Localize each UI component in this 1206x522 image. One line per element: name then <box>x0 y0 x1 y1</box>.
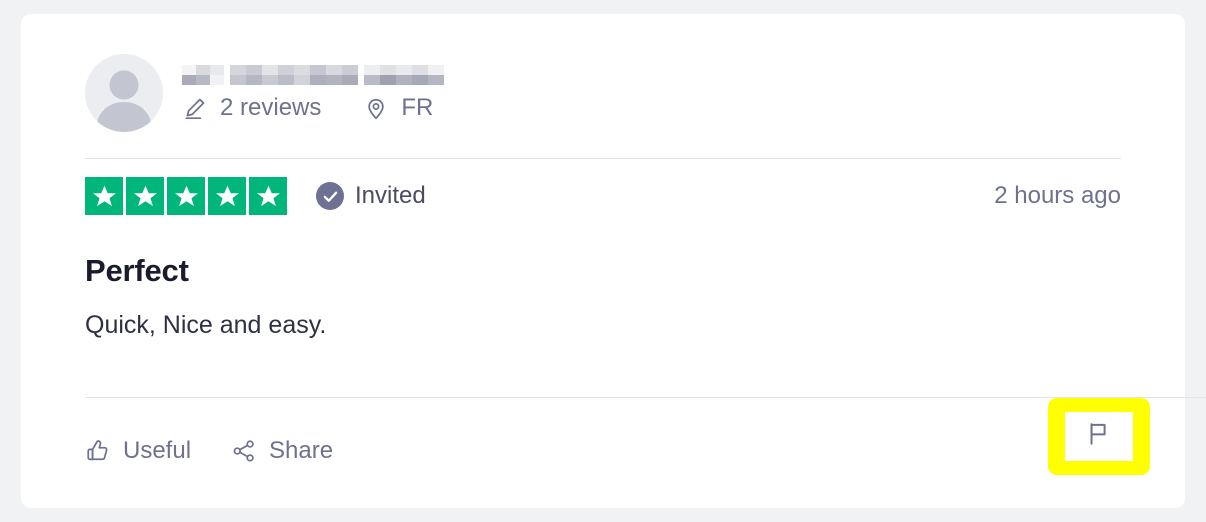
consumer-header: 2 reviews FR <box>85 14 1121 132</box>
consumer-info: 2 reviews FR <box>182 65 444 121</box>
star-3 <box>167 177 205 215</box>
consumer-meta: 2 reviews FR <box>182 95 444 121</box>
star-2 <box>126 177 164 215</box>
share-nodes-icon <box>231 438 257 464</box>
review-card: 2 reviews FR Invited 2 hours ago Perfect… <box>21 14 1206 508</box>
consumer-location: FR <box>363 95 433 121</box>
review-title: Perfect <box>85 253 189 288</box>
invited-badge-group: Invited <box>316 182 426 210</box>
review-card-inner: 2 reviews FR Invited 2 hours ago Perfect… <box>21 14 1206 508</box>
avatar[interactable] <box>85 54 163 132</box>
review-actions: Useful Share <box>85 438 333 464</box>
share-button[interactable]: Share <box>231 438 333 464</box>
location-pin-icon <box>363 95 389 121</box>
star-5 <box>249 177 287 215</box>
consumer-reviews-count-label: 2 reviews <box>220 94 322 121</box>
useful-label: Useful <box>123 437 192 464</box>
review-text: Quick, Nice and easy. <box>85 311 327 339</box>
star-1 <box>85 177 123 215</box>
invited-label: Invited <box>355 182 426 209</box>
star-rating <box>85 177 287 215</box>
check-circle-icon <box>316 182 344 210</box>
default-avatar-icon <box>85 54 163 132</box>
footer-divider <box>85 397 1206 398</box>
flag-icon <box>1085 420 1113 453</box>
review-timestamp: 2 hours ago <box>994 182 1121 209</box>
rating-row: Invited 2 hours ago <box>85 159 1121 215</box>
consumer-location-label: FR <box>401 94 434 121</box>
redaction-mosaic-icon <box>182 65 444 85</box>
useful-button[interactable]: Useful <box>85 438 191 464</box>
consumer-name-redacted <box>182 65 444 85</box>
pencil-icon <box>182 95 208 121</box>
thumbs-up-icon <box>85 438 111 464</box>
share-label: Share <box>269 437 334 464</box>
report-button-highlight <box>1048 398 1150 475</box>
consumer-reviews-count[interactable]: 2 reviews <box>182 95 321 121</box>
report-review-button[interactable] <box>1065 412 1133 461</box>
star-4 <box>208 177 246 215</box>
page-root: 2 reviews FR Invited 2 hours ago Perfect… <box>0 0 1206 522</box>
